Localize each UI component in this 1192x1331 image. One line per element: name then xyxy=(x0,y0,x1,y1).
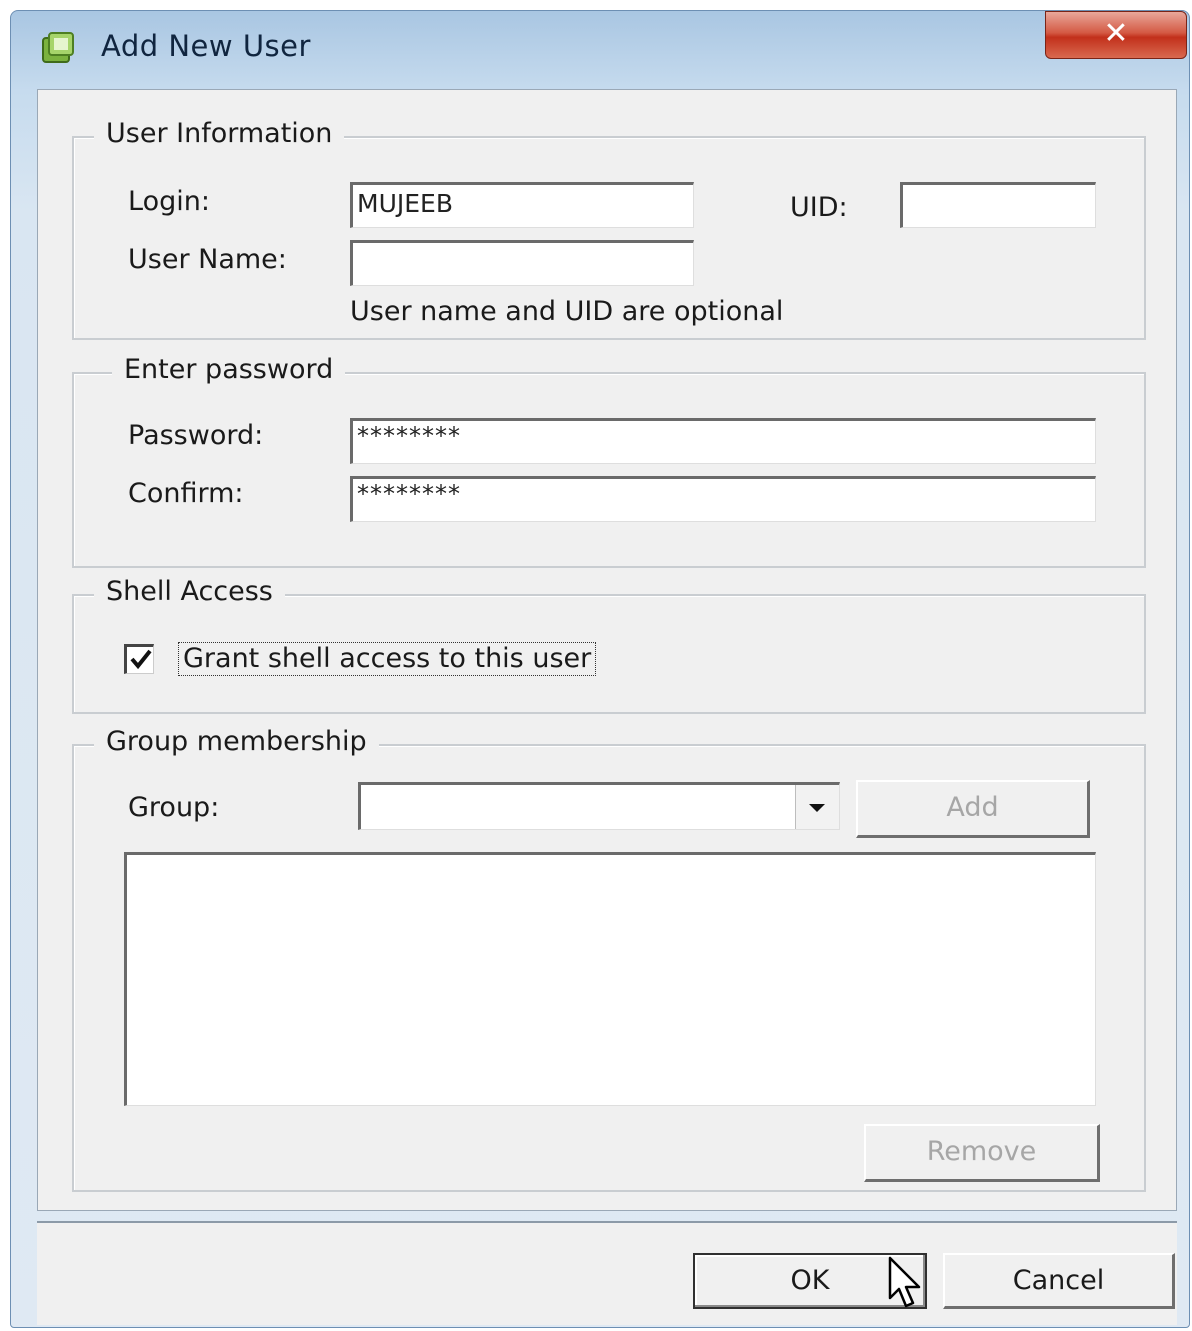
group-membership-group: Group membership Group: Add Remove xyxy=(72,726,1146,1192)
close-button[interactable]: ✕ xyxy=(1045,11,1187,59)
group-membership-legend: Group membership xyxy=(94,726,379,757)
mouse-pointer-icon xyxy=(888,1256,921,1308)
users-icon xyxy=(42,32,74,63)
group-label: Group: xyxy=(128,792,220,823)
password-field[interactable]: ******** xyxy=(350,418,1096,464)
remove-group-button-label: Remove xyxy=(926,1136,1037,1167)
password-label: Password: xyxy=(128,420,264,451)
group-select-value xyxy=(361,789,367,818)
shell-access-group: Shell Access Grant shell access to this … xyxy=(72,576,1146,714)
user-name-label: User Name: xyxy=(128,244,287,275)
grant-shell-checkbox[interactable] xyxy=(124,644,154,674)
user-information-legend: User Information xyxy=(94,118,345,149)
uid-label: UID: xyxy=(790,192,848,223)
checkmark-icon xyxy=(130,649,152,670)
confirm-label: Confirm: xyxy=(128,478,244,509)
add-new-user-dialog: Add New User ✕ User Information Login: M… xyxy=(10,10,1190,1328)
remove-group-button[interactable]: Remove xyxy=(864,1124,1100,1182)
shell-access-legend: Shell Access xyxy=(94,576,285,607)
dialog-content: User Information Login: MUJEEB UID: User… xyxy=(37,89,1177,1211)
enter-password-legend: Enter password xyxy=(112,354,346,385)
add-group-button[interactable]: Add xyxy=(856,780,1090,838)
chevron-down-icon xyxy=(809,804,825,812)
enter-password-group: Enter password Password: ******** Confir… xyxy=(72,354,1146,568)
confirm-password-field[interactable]: ******** xyxy=(350,476,1096,522)
cancel-button[interactable]: Cancel xyxy=(943,1253,1175,1309)
ok-button-label: OK xyxy=(790,1265,830,1296)
window-title: Add New User xyxy=(101,29,311,63)
grant-shell-label[interactable]: Grant shell access to this user xyxy=(178,642,597,676)
group-members-list[interactable] xyxy=(124,852,1096,1106)
group-select[interactable] xyxy=(358,782,840,830)
login-label: Login: xyxy=(128,186,210,217)
login-field[interactable]: MUJEEB xyxy=(350,182,694,228)
title-bar[interactable]: Add New User ✕ xyxy=(11,11,1189,83)
dialog-footer: OK Cancel xyxy=(37,1221,1177,1325)
uid-field[interactable] xyxy=(900,182,1096,228)
cancel-button-label: Cancel xyxy=(1012,1265,1105,1296)
close-icon: ✕ xyxy=(1103,16,1129,51)
add-group-button-label: Add xyxy=(946,792,999,823)
user-information-group: User Information Login: MUJEEB UID: User… xyxy=(72,118,1146,340)
optional-hint: User name and UID are optional xyxy=(350,296,784,327)
group-dropdown-button[interactable] xyxy=(795,785,839,829)
user-name-field[interactable] xyxy=(350,240,694,286)
